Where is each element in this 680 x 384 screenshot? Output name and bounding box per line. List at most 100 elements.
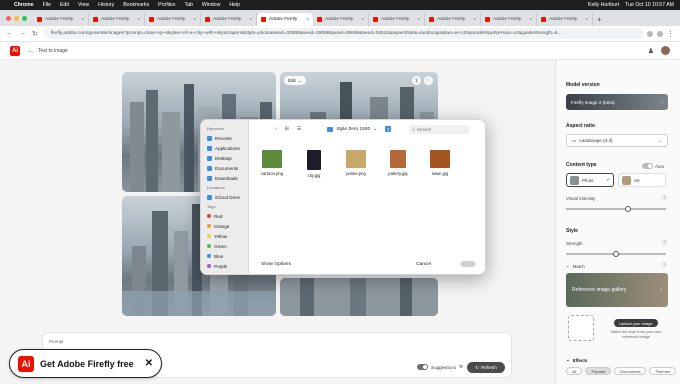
file-item[interactable]: city.jpg <box>299 150 329 178</box>
menu-chrome[interactable]: Chrome <box>14 2 34 8</box>
strength-slider-knob[interactable] <box>613 250 619 257</box>
content-type-photo[interactable]: Photo ✓ <box>566 173 614 187</box>
sidebar-item-documents[interactable]: Documents <box>207 163 248 173</box>
file-item[interactable]: poster.png <box>341 150 371 178</box>
close-window-icon[interactable] <box>6 16 11 21</box>
share-icon[interactable]: ⇪ <box>412 76 421 85</box>
folder-selector[interactable]: Style Zero 1920 ⌄ <box>327 126 377 132</box>
menu-window[interactable]: Window <box>202 2 220 8</box>
open-button[interactable] <box>461 261 475 267</box>
close-tab-icon[interactable]: × <box>249 17 252 23</box>
strength-slider[interactable] <box>566 250 666 257</box>
effects-section-header[interactable]: ⌄ Effects <box>566 357 587 363</box>
menu-history[interactable]: History <box>98 2 114 8</box>
browser-menu-icon[interactable]: ⋮ <box>667 30 674 38</box>
file-item[interactable]: cartoon.png <box>257 150 287 178</box>
profile-avatar-icon[interactable] <box>657 30 663 37</box>
content-type-art[interactable]: Art <box>618 173 666 187</box>
browser-tab[interactable]: Adobe Firefly × <box>145 13 201 26</box>
menu-user-name[interactable]: Kelly Hurlburt <box>588 2 619 8</box>
reload-icon[interactable]: ↻ <box>32 30 38 38</box>
sidebar-tag[interactable]: Purple <box>207 261 248 271</box>
visual-intensity-slider-knob[interactable] <box>625 205 631 212</box>
close-icon[interactable]: ✕ <box>145 358 153 369</box>
heart-icon[interactable]: ♡ <box>424 76 433 85</box>
browser-tab[interactable]: Adobe Firefly × <box>425 13 481 26</box>
sidebar-tag[interactable]: Blue <box>207 251 248 261</box>
browser-tab[interactable]: Adobe Firefly × <box>201 13 257 26</box>
grid-view-icon[interactable]: ⊞ <box>285 126 289 132</box>
browser-tab[interactable]: Adobe Firefly × <box>33 13 89 26</box>
browser-tab-active[interactable]: Adobe Firefly × <box>257 13 313 26</box>
maximize-window-icon[interactable] <box>22 16 27 21</box>
chip-popular[interactable]: Popular <box>585 367 612 375</box>
adobe-logo-icon[interactable]: Ai <box>10 45 20 56</box>
visual-intensity-slider[interactable] <box>566 205 666 212</box>
close-tab-icon[interactable]: × <box>306 17 309 23</box>
chip-documents[interactable]: Documents <box>614 367 647 375</box>
show-options-button[interactable]: Show Options <box>261 262 291 267</box>
breadcrumb[interactable]: Text to image <box>38 48 68 54</box>
sidebar-tag[interactable]: Yellow <box>207 231 248 241</box>
get-firefly-banner[interactable]: Ai Get Adobe Firefly free ✕ <box>9 349 162 378</box>
close-tab-icon[interactable]: × <box>137 17 140 23</box>
user-icon[interactable]: ♟ <box>648 47 654 55</box>
model-version-select[interactable]: Firefly Image 2 (beta) › <box>566 94 668 110</box>
info-icon[interactable]: ⓘ <box>662 240 666 246</box>
menu-file[interactable]: File <box>43 2 51 8</box>
forward-arrow-icon[interactable]: → <box>19 30 26 37</box>
group-view-icon[interactable]: ☰ <box>297 126 301 132</box>
menu-profiles[interactable]: Profiles <box>158 2 175 8</box>
cancel-button[interactable]: Cancel <box>416 262 431 267</box>
close-tab-icon[interactable]: × <box>361 17 364 23</box>
sidebar-item-recents[interactable]: Recents <box>207 133 248 143</box>
back-arrow-icon[interactable]: ← <box>6 30 13 37</box>
close-tab-icon[interactable]: × <box>473 17 476 23</box>
menu-tab[interactable]: Tab <box>184 2 192 8</box>
search-field[interactable]: ⌕ Search <box>409 124 470 134</box>
match-section-header[interactable]: ⌄ Match <box>566 263 585 269</box>
back-arrow-icon[interactable]: ‹ <box>275 126 277 132</box>
info-icon[interactable]: ⓘ <box>662 262 666 268</box>
menu-help[interactable]: Help <box>229 2 240 8</box>
reference-image-gallery-button[interactable]: Reference image gallery › <box>566 273 668 307</box>
avatar[interactable] <box>661 46 670 55</box>
menu-edit[interactable]: Edit <box>60 2 69 8</box>
upload-image-button[interactable]: Upload your image <box>614 319 658 327</box>
settings-icon[interactable]: ⚙ <box>459 364 463 370</box>
browser-tab[interactable]: Adobe Firefly × <box>537 13 593 26</box>
new-tab-icon[interactable]: + <box>597 15 602 24</box>
edit-button[interactable]: Edit ⌄ <box>284 76 306 85</box>
sidebar-item-icloud[interactable]: iCloud Drive <box>207 192 248 202</box>
chip-themes[interactable]: Themes <box>649 367 676 375</box>
aspect-ratio-select[interactable]: ▭ Landscape (4:3) ⌄ <box>566 134 668 147</box>
sidebar-item-applications[interactable]: Applications <box>207 143 248 153</box>
browser-tab[interactable]: Adobe Firefly × <box>481 13 537 26</box>
sidebar-tag[interactable]: Orange <box>207 221 248 231</box>
info-icon[interactable]: ⓘ <box>662 195 666 201</box>
up-down-icon[interactable]: ⇕ <box>385 126 392 132</box>
url-field[interactable]: firefly.adobe.com/generate/images?prompt… <box>43 28 643 39</box>
suggestions-toggle[interactable] <box>417 364 429 370</box>
back-icon[interactable]: ← <box>28 48 34 54</box>
sidebar-item-desktop[interactable]: Desktop <box>207 153 248 163</box>
sidebar-tag[interactable]: Green <box>207 241 248 251</box>
menu-bookmarks[interactable]: Bookmarks <box>123 2 149 8</box>
browser-tab[interactable]: Adobe Firefly × <box>313 13 369 26</box>
close-tab-icon[interactable]: × <box>585 17 588 23</box>
close-tab-icon[interactable]: × <box>193 17 196 23</box>
menu-clock[interactable]: Tue Oct 10 10:57 AM <box>625 2 674 8</box>
close-tab-icon[interactable]: × <box>417 17 420 23</box>
minimize-window-icon[interactable] <box>14 16 19 21</box>
sidebar-tag[interactable]: Red <box>207 211 248 221</box>
file-item[interactable]: swan.jpg <box>425 150 455 178</box>
browser-tab[interactable]: Adobe Firefly × <box>369 13 425 26</box>
auto-toggle[interactable] <box>642 163 653 169</box>
menu-view[interactable]: View <box>78 2 89 8</box>
sidebar-item-downloads[interactable]: Downloads <box>207 173 248 183</box>
extension-icon[interactable] <box>647 30 653 37</box>
chip-all[interactable]: All <box>566 367 583 375</box>
close-tab-icon[interactable]: × <box>81 17 84 23</box>
browser-tab[interactable]: Adobe Firefly × <box>89 13 145 26</box>
refresh-button[interactable]: ↻ Refresh <box>467 362 505 373</box>
